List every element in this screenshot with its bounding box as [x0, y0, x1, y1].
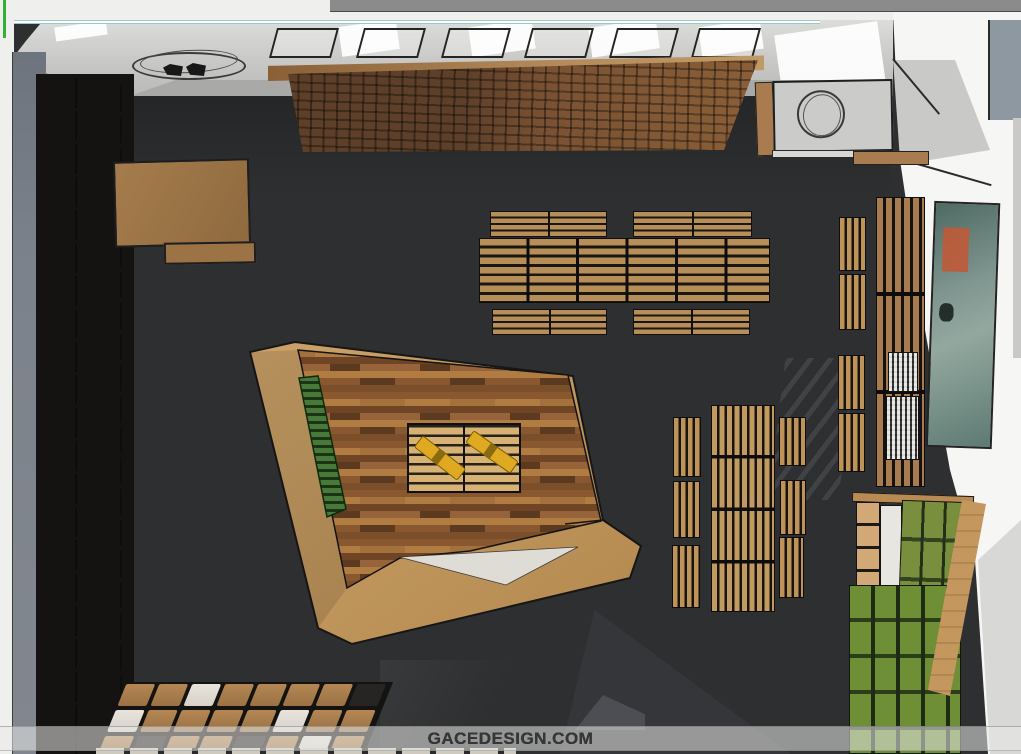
green-shelf-tan-column — [856, 502, 880, 594]
shelf-cube — [96, 116, 132, 145]
shelf-cube — [40, 276, 92, 306]
wall-slat-bench — [838, 355, 865, 410]
shelf-cube — [40, 78, 92, 108]
bench-divider — [691, 310, 693, 334]
shelf-cube — [96, 488, 132, 517]
shelf-cube — [40, 441, 92, 471]
shelf-cube — [40, 507, 92, 537]
slat-bench — [490, 211, 607, 237]
shelf-cube — [40, 177, 92, 207]
watermark-bar: GACEDESIGN.COMGACEDESIGN.COMGACEDESIGN.C… — [0, 726, 1021, 751]
shelf-cube — [40, 408, 92, 438]
shelf-cube — [96, 426, 132, 455]
shelf-cube — [96, 271, 132, 300]
slat-bench — [492, 309, 607, 335]
vertical-slat-bench-left — [673, 481, 700, 538]
skylight-frame — [691, 28, 761, 58]
shelf-cube — [96, 302, 132, 331]
bottom-shelf-box — [216, 684, 254, 706]
shelf-cube — [40, 243, 92, 273]
shelf-cube — [40, 540, 92, 570]
top-edge-bar — [330, 0, 1021, 12]
skylight-frame — [269, 28, 339, 58]
shelf-cube — [96, 85, 132, 114]
acoustic-slat-panel — [285, 58, 763, 155]
shelf-cube — [40, 606, 92, 636]
shelf-cube — [96, 612, 132, 641]
bench-divider — [549, 310, 551, 334]
shelf-cube — [40, 342, 92, 372]
bottom-shelf-box — [315, 684, 353, 706]
shelf-cube — [96, 519, 132, 548]
skylight-frame — [609, 28, 679, 58]
interior-render-canvas: GACEDESIGN.COMGACEDESIGN.COMGACEDESIGN.C… — [0, 0, 1021, 754]
reception-desk-extension — [164, 241, 256, 265]
shelf-cube — [40, 111, 92, 141]
shelf-cube — [40, 573, 92, 603]
shelf-cube — [40, 639, 92, 669]
wall-poster — [926, 201, 1001, 449]
wall-trim-line — [8, 20, 820, 24]
watermark-text: GACEDESIGN.COM — [428, 729, 594, 749]
wall-slat-bench — [839, 274, 866, 330]
vertical-slat-table — [711, 405, 775, 612]
wall-shelf-top-slab — [853, 151, 929, 165]
poster-photo-grid — [934, 299, 991, 433]
ac-unit — [772, 79, 893, 153]
vertical-slat-bench-right — [779, 537, 804, 598]
shelf-cube — [96, 457, 132, 486]
corner-panel — [988, 20, 1021, 120]
poster-accent-square — [942, 227, 970, 272]
shelf-cube — [96, 395, 132, 424]
bottom-shelf-box — [282, 684, 320, 706]
wall-slat-bench — [839, 217, 866, 271]
slat-bench — [633, 211, 752, 237]
slat-table-large — [479, 238, 770, 303]
right-edge-shade — [1013, 118, 1021, 358]
shelf-cube — [40, 309, 92, 339]
platform-table — [408, 424, 520, 492]
wall-mesh-basket — [886, 396, 919, 460]
vertical-slat-bench-right — [779, 417, 806, 466]
bottom-shelf-box — [117, 684, 155, 706]
wall-mesh-basket — [888, 352, 918, 392]
wood-platform — [240, 330, 660, 660]
skylight-frame — [356, 28, 426, 58]
wall-slat-bench — [838, 413, 865, 472]
bench-divider — [692, 212, 694, 236]
bottom-shelf-box — [150, 684, 188, 706]
shelf-cube — [96, 333, 132, 362]
shelf-cube — [40, 672, 92, 702]
reception-desk — [113, 158, 251, 248]
poster-photo-smudge — [939, 303, 954, 321]
vertical-slat-bench-left — [673, 417, 701, 477]
slat-bench — [633, 309, 750, 335]
skylight-frame — [441, 28, 511, 58]
shelf-cube — [40, 474, 92, 504]
viewport-axis-line — [3, 0, 6, 38]
shelf-cube — [96, 581, 132, 610]
shelf-cube — [96, 364, 132, 393]
bottom-shelf-box — [183, 684, 221, 706]
shelf-cube — [40, 210, 92, 240]
shelf-cube — [40, 144, 92, 174]
shelf-cube — [96, 550, 132, 579]
vertical-slat-bench-right — [780, 480, 806, 535]
shelf-cube — [96, 643, 132, 672]
bottom-shelf-box — [348, 684, 386, 706]
bench-divider — [548, 212, 550, 236]
bottom-shelf-box — [249, 684, 287, 706]
skylight-frame — [524, 28, 594, 58]
vertical-slat-bench-left — [672, 545, 700, 608]
shelf-cube — [40, 375, 92, 405]
